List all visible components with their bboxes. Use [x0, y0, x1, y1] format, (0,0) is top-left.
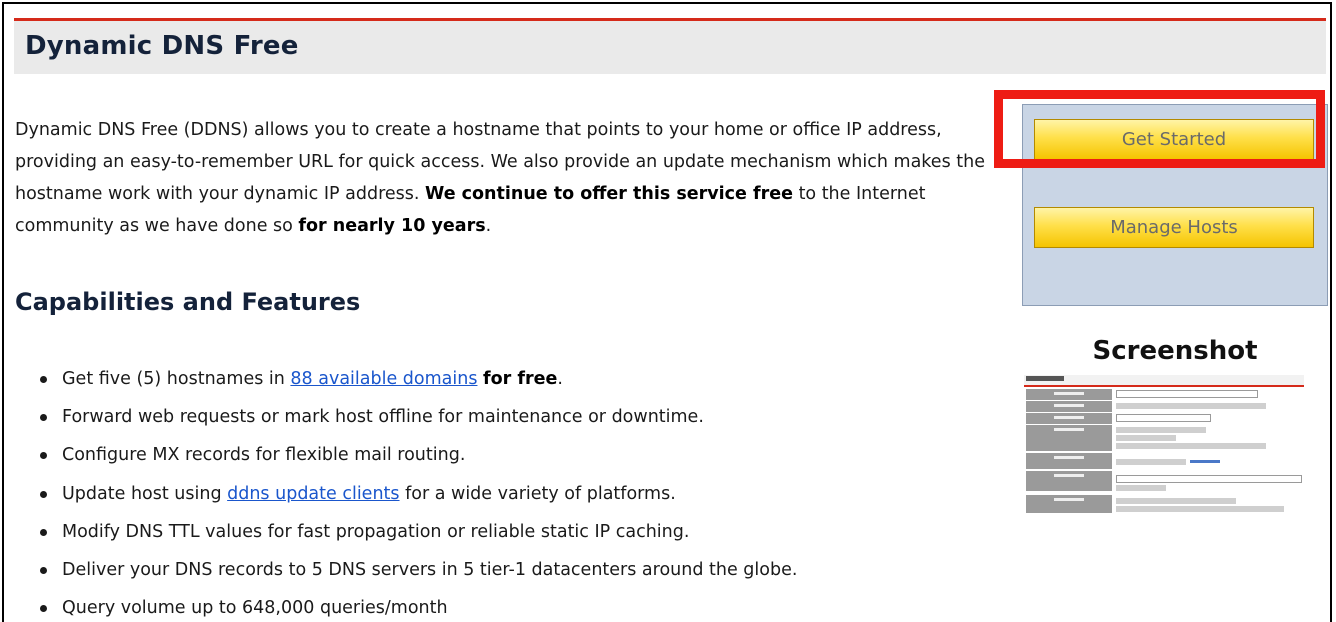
thumbnail-row — [1026, 471, 1302, 491]
thumbnail-label-text — [1054, 404, 1084, 407]
thumbnail-row — [1026, 425, 1302, 451]
intro-paragraph: Dynamic DNS Free (DDNS) allows you to cr… — [15, 114, 1005, 242]
ddns-update-clients-link[interactable]: ddns update clients — [227, 484, 399, 504]
thumbnail-value — [1116, 459, 1186, 465]
feature-text: Configure MX records for flexible mail r… — [62, 445, 466, 466]
thumbnail-field — [1116, 475, 1302, 483]
bullet-dot-icon — [40, 452, 47, 460]
bullet-dot-icon — [40, 566, 47, 574]
capabilities-heading: Capabilities and Features — [15, 288, 361, 316]
title-bar: Dynamic DNS Free — [14, 18, 1326, 74]
bullet-dot-icon — [40, 376, 47, 383]
thumbnail-row — [1026, 453, 1302, 469]
thumbnail-link — [1190, 460, 1220, 463]
get-started-button[interactable]: Get Started — [1034, 119, 1314, 160]
thumbnail-value — [1116, 506, 1284, 512]
intro-bold-1: We continue to offer this service free — [425, 184, 793, 204]
bullet-dot-icon — [40, 490, 47, 498]
thumbnail-label — [1026, 425, 1112, 451]
bullet-dot-icon — [40, 605, 47, 613]
page-frame: Dynamic DNS Free Dynamic DNS Free (DDNS)… — [2, 2, 1332, 622]
screenshot-heading: Screenshot — [1092, 336, 1258, 366]
list-item: Modify DNS TTL values for fast propagati… — [40, 513, 1000, 551]
bullet-dot-icon — [40, 414, 47, 422]
thumbnail-label — [1026, 389, 1112, 400]
feature-bold: for free — [483, 369, 558, 389]
feature-text: for a wide variety of platforms. — [399, 483, 676, 504]
thumbnail-label-text — [1054, 456, 1084, 459]
thumbnail-label — [1026, 495, 1112, 513]
feature-text: Query volume up to 648,000 queries/month — [62, 598, 448, 619]
feature-text: Forward web requests or mark host offlin… — [62, 407, 704, 428]
manage-hosts-button[interactable]: Manage Hosts — [1034, 207, 1314, 248]
thumbnail-label — [1026, 453, 1112, 469]
thumbnail-header — [1024, 375, 1304, 387]
feature-text: Deliver your DNS records to 5 DNS server… — [62, 559, 798, 580]
intro-bold-2: for nearly 10 years — [298, 216, 486, 236]
bullet-dot-icon — [40, 528, 47, 536]
thumbnail-row — [1026, 389, 1302, 400]
list-item: Update host using ddns update clients fo… — [40, 475, 1000, 513]
thumbnail-value — [1116, 443, 1266, 449]
thumbnail-value — [1116, 427, 1206, 433]
thumbnail-value — [1116, 485, 1166, 491]
list-item: Deliver your DNS records to 5 DNS server… — [40, 551, 1000, 589]
thumbnail-header-text — [1026, 376, 1064, 381]
feature-text: . — [557, 369, 563, 389]
thumbnail-row — [1026, 401, 1302, 412]
thumbnail-label-text — [1054, 498, 1084, 501]
thumbnail-value — [1116, 435, 1176, 441]
page-title: Dynamic DNS Free — [25, 31, 299, 61]
intro-text-3: . — [485, 216, 492, 236]
thumbnail-field — [1116, 390, 1258, 398]
thumbnail-label — [1026, 401, 1112, 412]
screenshot-thumbnail[interactable] — [1024, 375, 1304, 515]
thumbnail-label — [1026, 413, 1112, 424]
thumbnail-value — [1116, 403, 1266, 409]
features-list: Get five (5) hostnames in 88 available d… — [40, 360, 1000, 622]
thumbnail-value — [1116, 498, 1236, 504]
thumbnail-label — [1026, 471, 1112, 491]
list-item: Query volume up to 648,000 queries/month — [40, 589, 1000, 622]
action-panel: Get Started Manage Hosts — [1022, 104, 1328, 306]
list-item: Forward web requests or mark host offlin… — [40, 398, 1000, 436]
list-item: Configure MX records for flexible mail r… — [40, 436, 1000, 474]
thumbnail-row — [1026, 495, 1302, 513]
thumbnail-field — [1116, 414, 1211, 422]
thumbnail-label-text — [1054, 416, 1084, 419]
thumbnail-row — [1026, 413, 1302, 424]
thumbnail-label-text — [1054, 474, 1084, 477]
thumbnail-label-text — [1054, 428, 1084, 431]
available-domains-link[interactable]: 88 available domains — [290, 369, 477, 389]
feature-text: Update host using — [62, 483, 228, 504]
list-item: Get five (5) hostnames in 88 available d… — [40, 360, 1000, 398]
feature-text: Modify DNS TTL values for fast propagati… — [62, 521, 690, 542]
thumbnail-label-text — [1054, 392, 1084, 395]
feature-text: Get five (5) hostnames in — [62, 369, 291, 389]
